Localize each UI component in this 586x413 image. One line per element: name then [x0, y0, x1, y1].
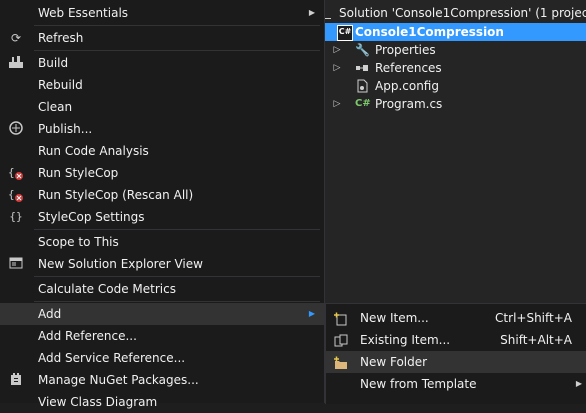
menu-separator — [34, 25, 320, 26]
menu-manage-nuget[interactable]: Manage NuGet Packages... — [0, 369, 324, 391]
nuget-icon — [7, 372, 25, 388]
submenu-new-from-template[interactable]: New from Template ▶ — [326, 373, 586, 395]
expand-arrow-icon[interactable]: ▷ — [332, 59, 342, 77]
tree-properties-node[interactable]: ▷ 🔧 Properties — [318, 41, 586, 59]
submenu-new-folder[interactable]: New Folder — [326, 351, 586, 373]
menu-new-solution-explorer-view[interactable]: New Solution Explorer View — [0, 253, 324, 275]
menu-web-essentials[interactable]: Web Essentials ▶ — [0, 2, 324, 24]
svg-text:{: { — [8, 166, 15, 179]
menu-add[interactable]: Add ▶ — [0, 303, 324, 325]
menu-add-reference[interactable]: Add Reference... — [0, 325, 324, 347]
tree-appconfig-node[interactable]: App.config — [318, 77, 586, 95]
menu-separator — [34, 229, 320, 230]
csharp-project-icon: C# — [337, 25, 353, 41]
new-view-icon — [7, 256, 25, 272]
tree-solution-node[interactable]: Solution 'Console1Compression' (1 projec… — [318, 4, 586, 22]
menu-publish[interactable]: Publish... — [0, 118, 324, 140]
menu-separator — [34, 276, 320, 277]
menu-refresh[interactable]: ⟳ Refresh — [0, 27, 324, 49]
new-folder-icon — [333, 355, 349, 369]
menu-separator — [34, 50, 320, 51]
menu-stylecop-settings[interactable]: {} StyleCop Settings — [0, 206, 324, 228]
menu-separator — [34, 301, 320, 302]
tree-project-node[interactable]: C# Console1Compression — [318, 23, 586, 41]
expand-arrow-icon[interactable]: ▷ — [332, 41, 342, 59]
submenu-arrow-icon: ▶ — [575, 379, 582, 388]
stylecop-icon: { — [7, 165, 25, 181]
tree-programcs-node[interactable]: ▷ C# Program.cs — [318, 95, 586, 113]
stylecop-icon: { — [7, 187, 25, 203]
menu-calculate-code-metrics[interactable]: Calculate Code Metrics — [0, 278, 324, 300]
menu-run-stylecop-rescan[interactable]: { Run StyleCop (Rescan All) — [0, 184, 324, 206]
build-icon — [7, 55, 25, 71]
menu-add-service-reference[interactable]: Add Service Reference... — [0, 347, 324, 369]
publish-icon — [7, 121, 25, 137]
submenu-existing-item[interactable]: Existing Item... Shift+Alt+A — [326, 329, 586, 351]
menu-rebuild[interactable]: Rebuild — [0, 74, 324, 96]
submenu-new-item[interactable]: New Item... Ctrl+Shift+A — [326, 307, 586, 329]
existing-item-icon — [333, 333, 349, 347]
menu-run-code-analysis[interactable]: Run Code Analysis — [0, 140, 324, 162]
expand-arrow-icon[interactable]: ▷ — [332, 95, 342, 113]
submenu-arrow-icon: ▶ — [308, 8, 315, 17]
menu-scope-to-this[interactable]: Scope to This — [0, 231, 324, 253]
context-menu: Web Essentials ▶ ⟳ Refresh Build Rebuild… — [0, 0, 325, 409]
references-icon — [355, 61, 369, 75]
add-submenu: New Item... Ctrl+Shift+A Existing Item..… — [325, 303, 586, 404]
menu-view-class-diagram[interactable]: View Class Diagram — [0, 391, 324, 413]
svg-text:{: { — [8, 188, 15, 201]
menu-clean[interactable]: Clean — [0, 96, 324, 118]
tree-references-node[interactable]: ▷ References — [318, 59, 586, 77]
menu-run-stylecop[interactable]: { Run StyleCop — [0, 162, 324, 184]
submenu-arrow-icon: ▶ — [308, 309, 315, 318]
new-item-icon — [333, 311, 349, 326]
refresh-icon: ⟳ — [10, 31, 22, 45]
csharp-file-icon: C# — [355, 98, 371, 109]
wrench-icon: 🔧 — [355, 43, 370, 57]
braces-icon: {} — [9, 210, 23, 223]
menu-build[interactable]: Build — [0, 52, 324, 74]
config-file-icon — [355, 79, 369, 93]
